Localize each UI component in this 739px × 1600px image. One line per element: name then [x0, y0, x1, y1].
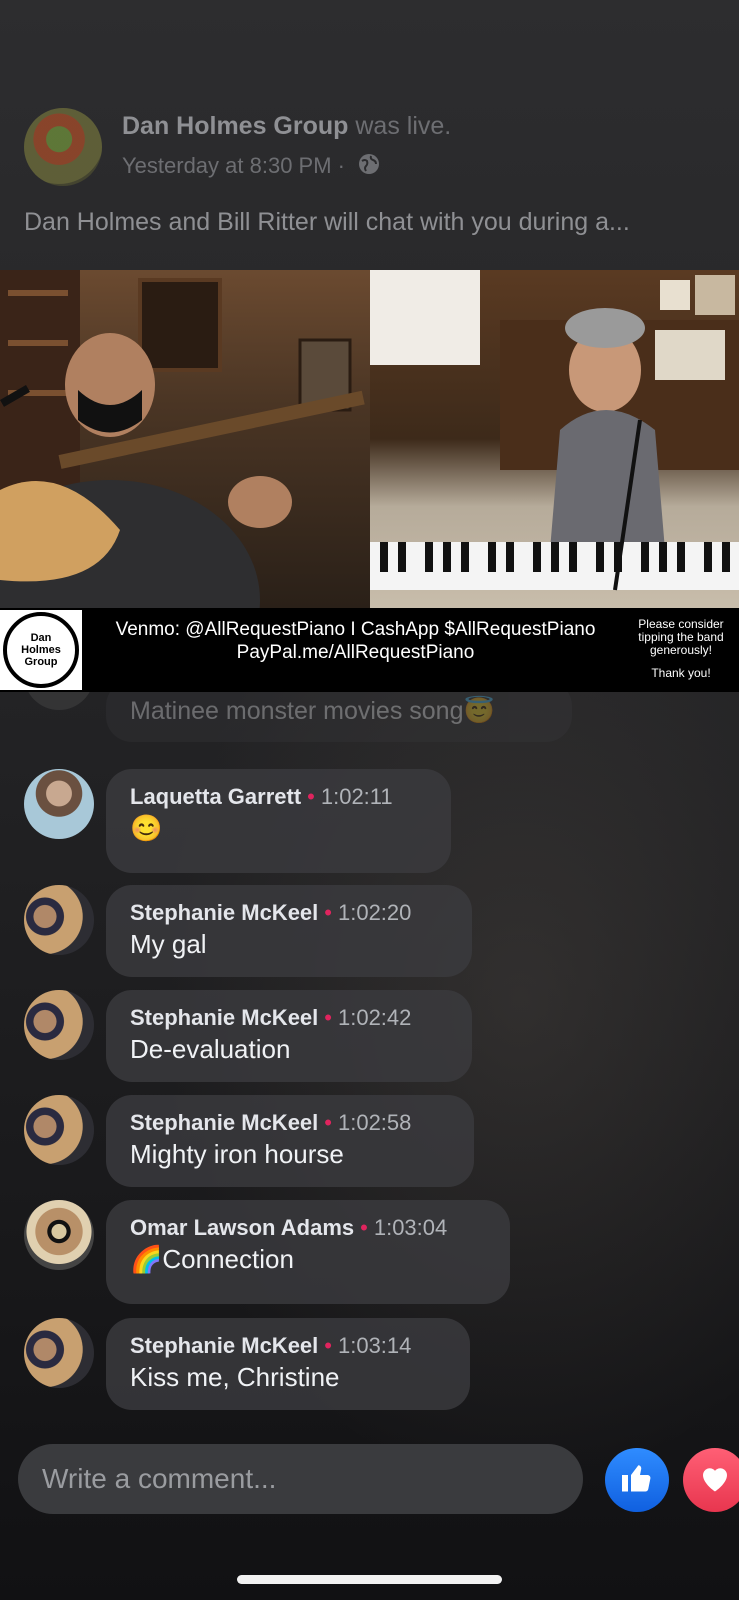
live-dot: •: [360, 1215, 368, 1240]
comment-text: Kiss me, Christine: [130, 1362, 340, 1392]
post-title: Dan Holmes Group was live.: [122, 112, 451, 141]
live-dot: •: [307, 784, 315, 809]
commenter-avatar[interactable]: [24, 769, 94, 839]
comment-text: 😊: [130, 813, 163, 843]
comment-time[interactable]: 1:02:20: [338, 900, 411, 925]
meta-separator: ·: [337, 152, 345, 178]
tip-line-paypal: PayPal.me/AllRequestPiano: [236, 642, 475, 663]
post-caption[interactable]: Dan Holmes and Bill Ritter will chat wit…: [24, 208, 714, 237]
thumbs-up-icon: [619, 1460, 655, 1501]
globe-icon: [357, 152, 381, 182]
comment-text: Matinee monster movies song😇: [130, 697, 495, 725]
comment-time[interactable]: 1:03:14: [338, 1333, 411, 1358]
comment-header: Laquetta Garrett • 1:02:11: [130, 783, 427, 811]
commenter-name[interactable]: Stephanie McKeel: [130, 1333, 318, 1358]
tip-payment-info: Venmo: @AllRequestPiano I CashApp $AllRe…: [88, 618, 623, 664]
comment-header: Stephanie McKeel • 1:02:42: [130, 1004, 448, 1032]
video-feed-pianist: [370, 270, 739, 608]
comment-text: De-evaluation: [130, 1034, 291, 1064]
live-dot: •: [324, 900, 332, 925]
tip-banner: Dan Holmes Group Venmo: @AllRequestPiano…: [0, 608, 739, 692]
comment-text: My gal: [130, 929, 207, 959]
video-feed-bassist: [0, 270, 370, 608]
commenter-name[interactable]: Omar Lawson Adams: [130, 1215, 354, 1240]
commenter-avatar[interactable]: [24, 692, 94, 710]
like-button[interactable]: [605, 1448, 669, 1512]
post-timestamp[interactable]: Yesterday at 8:30 PM: [122, 153, 332, 178]
comment-bubble: Stephanie McKeel • 1:03:14 Kiss me, Christ…: [106, 1318, 470, 1410]
logo-text-3: Group: [24, 656, 58, 668]
comment-time[interactable]: 1:03:04: [374, 1215, 447, 1240]
home-indicator[interactable]: [237, 1575, 502, 1584]
comment-time[interactable]: 1:02:58: [338, 1110, 411, 1135]
love-button[interactable]: [683, 1448, 739, 1512]
commenter-name[interactable]: Laquetta Garrett: [130, 784, 301, 809]
commenter-avatar[interactable]: [24, 1200, 94, 1270]
live-dot: •: [324, 1005, 332, 1030]
band-logo: Dan Holmes Group: [0, 610, 82, 690]
commenter-avatar[interactable]: [24, 885, 94, 955]
heart-icon: [697, 1460, 733, 1501]
comment-input[interactable]: [40, 1462, 583, 1496]
live-video[interactable]: Dan Holmes Group Venmo: @AllRequestPiano…: [0, 270, 739, 692]
tip-note-text: Please consider tipping the band generou…: [638, 617, 724, 657]
commenter-avatar[interactable]: [24, 1095, 94, 1165]
tip-line-venmo-cashapp: Venmo: @AllRequestPiano I CashApp $AllRe…: [115, 619, 596, 640]
post-meta: Yesterday at 8:30 PM ·: [122, 152, 381, 182]
live-status: was live.: [348, 112, 452, 140]
page-avatar[interactable]: [24, 108, 102, 186]
commenter-name[interactable]: Stephanie McKeel: [130, 1110, 318, 1135]
tip-note: Please consider tipping the band generou…: [628, 618, 734, 680]
comment-header: Stephanie McKeel • 1:02:58: [130, 1109, 450, 1137]
comment-bubble: Matinee monster movies song😇: [106, 692, 572, 742]
commenter-avatar[interactable]: [24, 990, 94, 1060]
commenter-name[interactable]: Stephanie McKeel: [130, 900, 318, 925]
commenter-name[interactable]: Stephanie McKeel: [130, 1005, 318, 1030]
comment-header: Stephanie McKeel • 1:02:20: [130, 899, 448, 927]
page-name-link[interactable]: Dan Holmes Group: [122, 112, 348, 140]
comment-bubble: Stephanie McKeel • 1:02:20 My gal: [106, 885, 472, 977]
logo-text-1: Dan: [30, 632, 52, 644]
comment-composer[interactable]: [18, 1444, 583, 1514]
live-dot: •: [324, 1333, 332, 1358]
comment-header: Omar Lawson Adams • 1:03:04: [130, 1214, 486, 1242]
live-dot: •: [324, 1110, 332, 1135]
logo-text-2: Holmes: [21, 644, 61, 656]
tip-thanks: Thank you!: [651, 666, 711, 680]
comment-header: Stephanie McKeel • 1:03:14: [130, 1332, 446, 1360]
comment-time[interactable]: 1:02:42: [338, 1005, 411, 1030]
comment-text: 🌈Connection: [130, 1244, 294, 1274]
comment-bubble: Laquetta Garrett • 1:02:11 😊: [106, 769, 451, 873]
comment-bubble: Stephanie McKeel • 1:02:58 Mighty iron hou…: [106, 1095, 474, 1187]
comment-time[interactable]: 1:02:11: [321, 784, 393, 809]
comment-text: Mighty iron hourse: [130, 1139, 344, 1169]
comment-bubble: Omar Lawson Adams • 1:03:04 🌈Connection: [106, 1200, 510, 1304]
live-comments[interactable]: Matinee monster movies song😇 Laquetta Ga…: [0, 692, 739, 1422]
comment-bubble: Stephanie McKeel • 1:02:42 De-evaluation: [106, 990, 472, 1082]
commenter-avatar[interactable]: [24, 1318, 94, 1388]
